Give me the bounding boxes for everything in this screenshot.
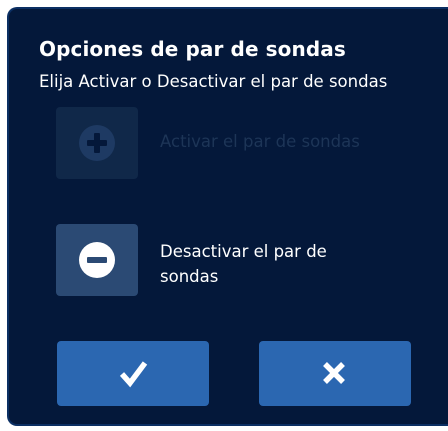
minus-circle-icon — [79, 242, 115, 278]
plus-circle-icon — [79, 125, 115, 161]
checkmark-icon — [119, 361, 148, 388]
probe-pair-options-dialog: Opciones de par de sondas Elija Activar … — [7, 7, 448, 426]
confirm-button[interactable] — [57, 341, 209, 406]
activate-probe-pair-button[interactable] — [56, 107, 138, 179]
cancel-button[interactable] — [259, 341, 411, 406]
activate-probe-pair-label: Activar el par de sondas — [160, 132, 360, 151]
dialog-subtitle: Elija Activar o Desactivar el par de son… — [39, 72, 388, 91]
close-icon — [323, 362, 345, 384]
dialog-title: Opciones de par de sondas — [39, 37, 346, 61]
deactivate-probe-pair-button[interactable] — [56, 224, 138, 296]
deactivate-probe-pair-label: Desactivar el par de sondas — [160, 242, 327, 286]
